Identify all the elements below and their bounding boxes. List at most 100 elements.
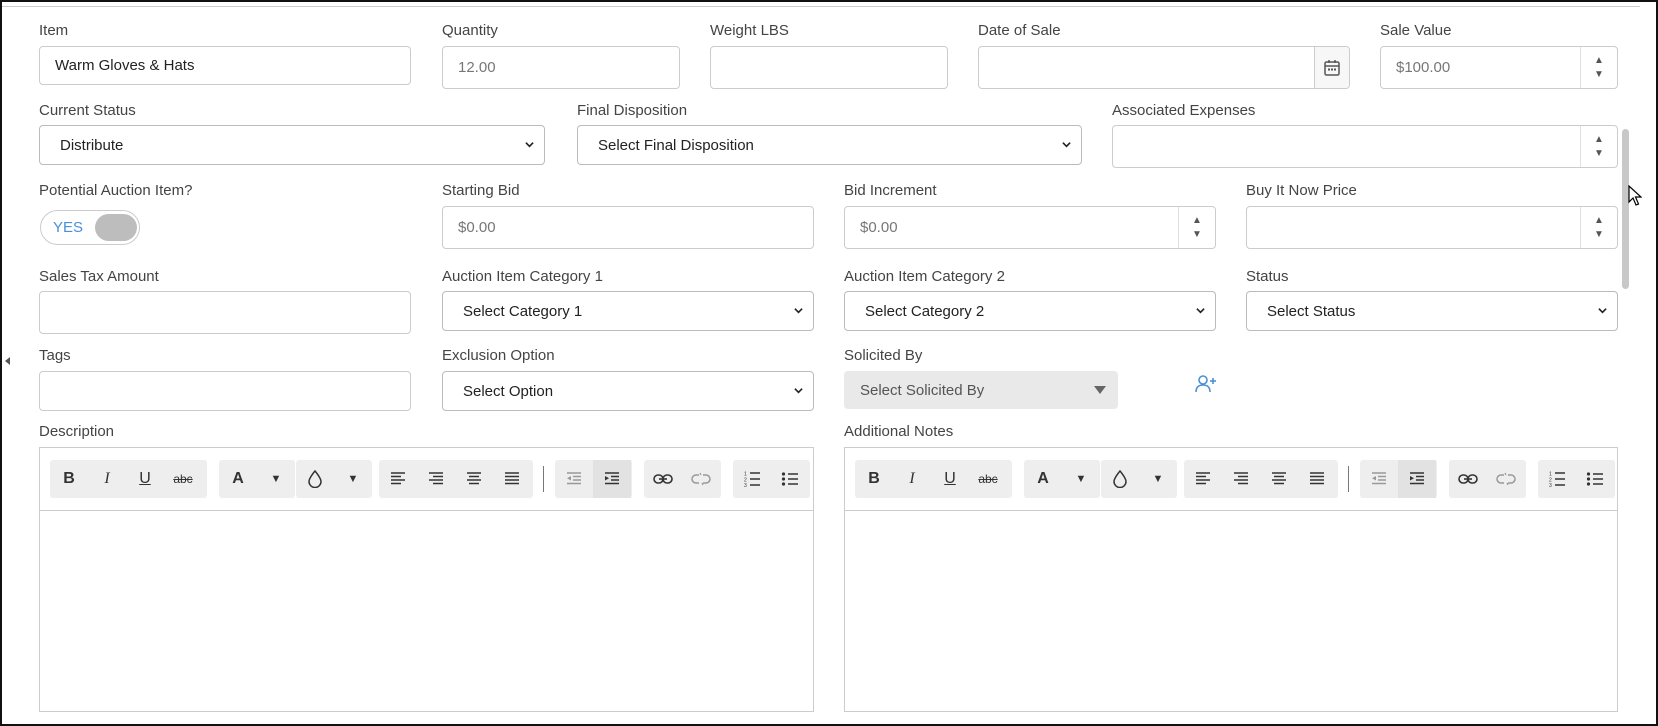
bg-color-button[interactable] — [1101, 460, 1139, 498]
spin-up-icon[interactable]: ▲ — [1594, 134, 1604, 144]
sales-tax-input[interactable] — [39, 291, 411, 334]
buy-it-now-label: Buy It Now Price — [1246, 182, 1357, 199]
potential-auction-toggle[interactable]: YES — [40, 210, 140, 245]
bg-color-button[interactable] — [296, 460, 334, 498]
buy-it-now-spinner[interactable]: ▲ ▼ — [1580, 207, 1617, 248]
description-editor[interactable]: B I U abc A ▼ ▼ 1 2 3 — [39, 447, 814, 712]
caret-down-icon: ▼ — [270, 473, 282, 485]
final-disposition-label: Final Disposition — [577, 102, 688, 119]
exclusion-label: Exclusion Option — [442, 347, 555, 364]
exclusion-select[interactable]: Select Option — [442, 371, 814, 411]
vertical-scrollbar[interactable] — [1622, 129, 1629, 289]
quantity-input[interactable]: 12.00 — [442, 46, 680, 89]
outdent-icon — [1372, 472, 1386, 485]
final-disposition-value: Select Final Disposition — [598, 136, 754, 154]
spin-up-icon[interactable]: ▲ — [1594, 215, 1604, 225]
spin-down-icon[interactable]: ▼ — [1594, 148, 1604, 158]
chevron-down-icon — [525, 142, 534, 148]
additional-notes-editor[interactable]: B I U abc A ▼ ▼ 1 2 3 — [844, 447, 1618, 712]
sale-value-input[interactable]: $100.00 ▲ ▼ — [1380, 46, 1618, 89]
spin-down-icon[interactable]: ▼ — [1594, 69, 1604, 79]
align-justify-button[interactable] — [1298, 460, 1336, 498]
underline-button[interactable]: U — [126, 460, 164, 498]
final-disposition-select[interactable]: Select Final Disposition — [577, 125, 1082, 165]
align-left-button[interactable] — [1184, 460, 1222, 498]
bold-button[interactable]: B — [50, 460, 88, 498]
align-center-button[interactable] — [1260, 460, 1298, 498]
sale-value-placeholder: $100.00 — [1396, 59, 1451, 76]
chevron-down-icon — [1598, 308, 1607, 314]
category1-value: Select Category 1 — [463, 302, 583, 320]
ordered-list-button[interactable]: 123 — [733, 460, 771, 498]
unlink-button[interactable] — [682, 460, 720, 498]
spin-down-icon[interactable]: ▼ — [1594, 229, 1604, 239]
strikethrough-button[interactable]: abc — [164, 460, 202, 498]
italic-button[interactable]: I — [88, 460, 126, 498]
outdent-button[interactable] — [1360, 460, 1398, 498]
link-icon — [1458, 474, 1478, 484]
calendar-button[interactable] — [1314, 47, 1349, 88]
caret-down-icon: ▼ — [1152, 473, 1164, 485]
starting-bid-input[interactable]: $0.00 — [442, 206, 814, 249]
bullet-list-button[interactable] — [771, 460, 809, 498]
align-justify-button[interactable] — [493, 460, 531, 498]
category1-select[interactable]: Select Category 1 — [442, 291, 814, 331]
align-center-icon — [467, 472, 481, 485]
item-input[interactable]: Warm Gloves & Hats — [39, 46, 411, 85]
solicited-by-value: Select Solicited By — [860, 381, 985, 399]
weight-label: Weight LBS — [710, 22, 789, 39]
solicited-by-label: Solicited By — [844, 347, 923, 364]
ordered-list-button[interactable]: 123 — [1538, 460, 1576, 498]
font-color-group: A ▼ — [219, 460, 295, 498]
form-window: Item Warm Gloves & Hats Quantity 12.00 W… — [0, 0, 1658, 726]
indent-icon — [1410, 472, 1424, 485]
font-color-button[interactable]: A — [1024, 460, 1062, 498]
italic-button[interactable]: I — [893, 460, 931, 498]
bid-increment-spinner[interactable]: ▲ ▼ — [1178, 207, 1215, 248]
align-right-icon — [1234, 472, 1248, 485]
insert-link-button[interactable] — [1449, 460, 1487, 498]
spin-up-icon[interactable]: ▲ — [1594, 55, 1604, 65]
editor-toolbar: B I U abc A ▼ ▼ 1 2 3 — [40, 448, 813, 511]
align-left-button[interactable] — [379, 460, 417, 498]
bid-increment-input[interactable]: $0.00 ▲ ▼ — [844, 206, 1216, 249]
strikethrough-button[interactable]: abc — [969, 460, 1007, 498]
outdent-button[interactable] — [555, 460, 593, 498]
bold-button[interactable]: B — [855, 460, 893, 498]
collapse-arrow-icon[interactable] — [5, 357, 10, 365]
indent-button[interactable] — [593, 460, 631, 498]
align-right-button[interactable] — [1222, 460, 1260, 498]
weight-input[interactable] — [710, 46, 948, 89]
sale-value-spinner[interactable]: ▲ ▼ — [1580, 47, 1617, 88]
date-of-sale-input[interactable] — [978, 46, 1350, 89]
current-status-label: Current Status — [39, 102, 136, 119]
associated-expenses-input[interactable]: ▲ ▼ — [1112, 125, 1618, 168]
tags-input[interactable] — [39, 371, 411, 411]
bg-color-dropdown[interactable]: ▼ — [1139, 460, 1177, 498]
droplet-icon — [1113, 470, 1127, 488]
spin-up-icon[interactable]: ▲ — [1192, 215, 1202, 225]
associated-expenses-spinner[interactable]: ▲ ▼ — [1580, 126, 1617, 167]
spin-down-icon[interactable]: ▼ — [1192, 229, 1202, 239]
align-right-button[interactable] — [417, 460, 455, 498]
status-select[interactable]: Select Status — [1246, 291, 1618, 331]
align-center-button[interactable] — [455, 460, 493, 498]
sales-tax-label: Sales Tax Amount — [39, 268, 159, 285]
font-color-dropdown[interactable]: ▼ — [257, 460, 295, 498]
bullet-list-button[interactable] — [1576, 460, 1614, 498]
unlink-button[interactable] — [1487, 460, 1525, 498]
insert-link-button[interactable] — [644, 460, 682, 498]
category2-select[interactable]: Select Category 2 — [844, 291, 1216, 331]
buy-it-now-input[interactable]: ▲ ▼ — [1246, 206, 1618, 249]
solicited-by-select[interactable]: Select Solicited By — [844, 371, 1118, 409]
font-color-dropdown[interactable]: ▼ — [1062, 460, 1100, 498]
underline-button[interactable]: U — [931, 460, 969, 498]
current-status-select[interactable]: Distribute — [39, 125, 545, 165]
font-color-button[interactable]: A — [219, 460, 257, 498]
chevron-down-icon — [794, 388, 803, 394]
add-user-icon — [1195, 375, 1216, 393]
add-solicitor-button[interactable] — [1194, 372, 1218, 396]
toolbar-separator — [543, 466, 544, 492]
bg-color-dropdown[interactable]: ▼ — [334, 460, 372, 498]
indent-button[interactable] — [1398, 460, 1436, 498]
